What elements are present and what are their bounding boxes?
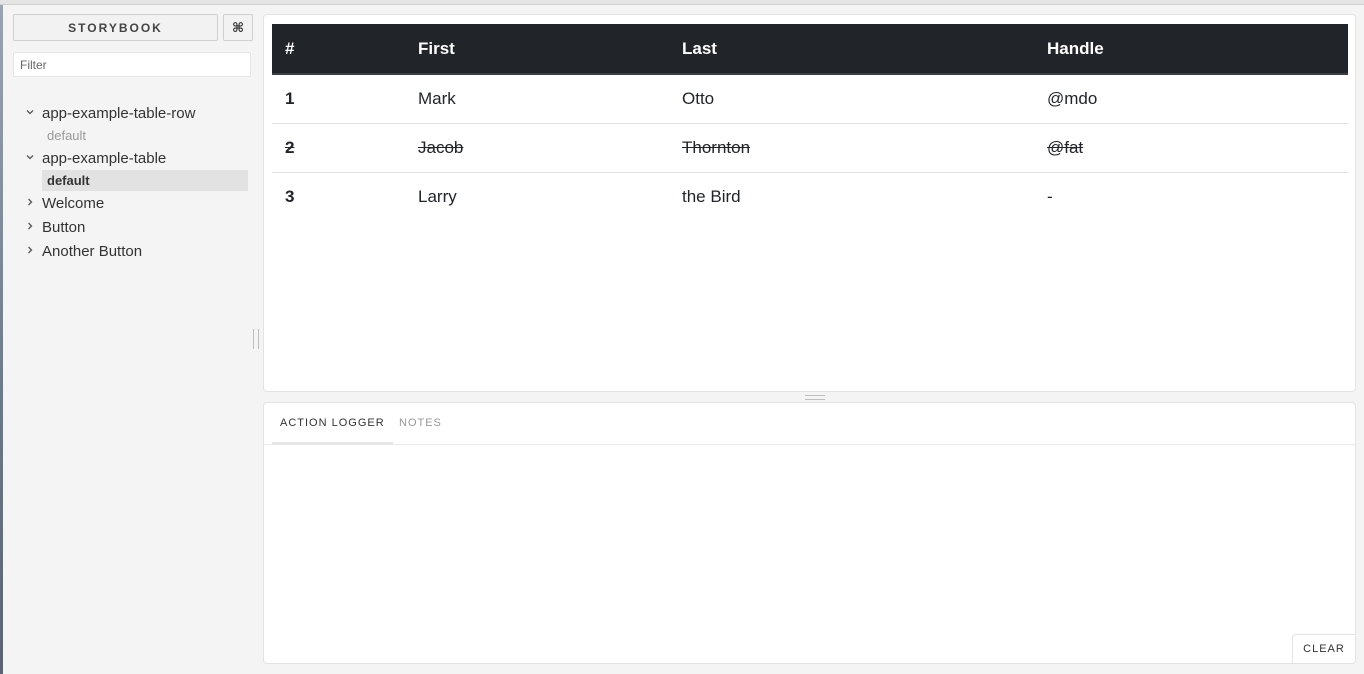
tab-notes[interactable]: NOTES — [391, 403, 450, 442]
cell-first: Jacob — [405, 123, 669, 173]
cell-first: Larry — [405, 172, 669, 221]
cell-handle: @mdo — [1047, 89, 1098, 108]
clear-button[interactable]: CLEAR — [1292, 634, 1356, 664]
chevron-down-icon — [20, 152, 40, 165]
cell-number: 2 — [272, 123, 405, 173]
table-row: 3 Larry the Bird - — [272, 172, 1348, 221]
tree-kind-app-example-table-row[interactable]: app-example-table-row — [3, 101, 255, 125]
tab-action-logger[interactable]: ACTION LOGGER — [272, 403, 393, 445]
cell-number: 3 — [272, 172, 405, 221]
cell-last: Thornton — [669, 123, 1034, 173]
tree-story-table-default-selected[interactable]: default — [42, 170, 248, 191]
tree-kind-label: app-example-table-row — [42, 104, 196, 122]
cell-handle: @fat — [1034, 123, 1348, 173]
cell-last: the Bird — [669, 172, 1034, 221]
table-header-row: # First Last Handle — [272, 24, 1348, 75]
panel-resize-handle[interactable] — [805, 395, 825, 400]
sidebar-resize-handle[interactable] — [253, 329, 259, 349]
tree-kind-label: Button — [42, 218, 86, 236]
column-header-first: First — [405, 24, 669, 75]
story-tree: app-example-table-row default app-exampl… — [3, 101, 255, 263]
chevron-right-icon — [20, 221, 40, 234]
table-row: 1 Mark Otto @mdo — [272, 74, 1348, 124]
tree-story-table-row-default[interactable]: default — [42, 125, 248, 146]
cell-number: 1 — [285, 89, 295, 108]
storybook-brand-button[interactable]: STORYBOOK — [13, 14, 218, 41]
filter-input[interactable] — [13, 52, 251, 77]
tree-kind-label: app-example-table — [42, 149, 167, 167]
addons-panel: ACTION LOGGER NOTES CLEAR — [263, 402, 1356, 664]
addons-tab-bar: ACTION LOGGER NOTES — [264, 403, 1355, 445]
table-row-strikethrough: 2 Jacob Thornton @fat — [272, 123, 1348, 173]
tree-kind-app-example-table[interactable]: app-example-table — [3, 146, 255, 170]
command-key-icon: ⌘ — [231, 19, 245, 35]
tree-kind-label: Another Button — [42, 242, 143, 260]
tree-kind-label: Welcome — [42, 194, 105, 212]
column-header-number: # — [272, 24, 405, 75]
column-header-handle: Handle — [1034, 24, 1348, 75]
sidebar: STORYBOOK ⌘ app-example-table-row defaul… — [3, 5, 255, 674]
column-header-last: Last — [669, 24, 1034, 75]
example-table: # First Last Handle 1 Mark Otto @mdo 2 J… — [272, 24, 1348, 221]
tree-kind-another-button[interactable]: Another Button — [3, 239, 255, 263]
cell-last: Otto — [682, 89, 715, 108]
chevron-right-icon — [20, 197, 40, 210]
cell-handle: - — [1034, 172, 1348, 221]
shortcuts-button[interactable]: ⌘ — [223, 14, 253, 41]
cell-first: Mark — [418, 89, 456, 108]
chevron-down-icon — [20, 107, 40, 120]
chevron-right-icon — [20, 245, 40, 258]
tree-kind-welcome[interactable]: Welcome — [3, 191, 255, 215]
preview-panel: # First Last Handle 1 Mark Otto @mdo 2 J… — [263, 14, 1356, 392]
tree-kind-button[interactable]: Button — [3, 215, 255, 239]
